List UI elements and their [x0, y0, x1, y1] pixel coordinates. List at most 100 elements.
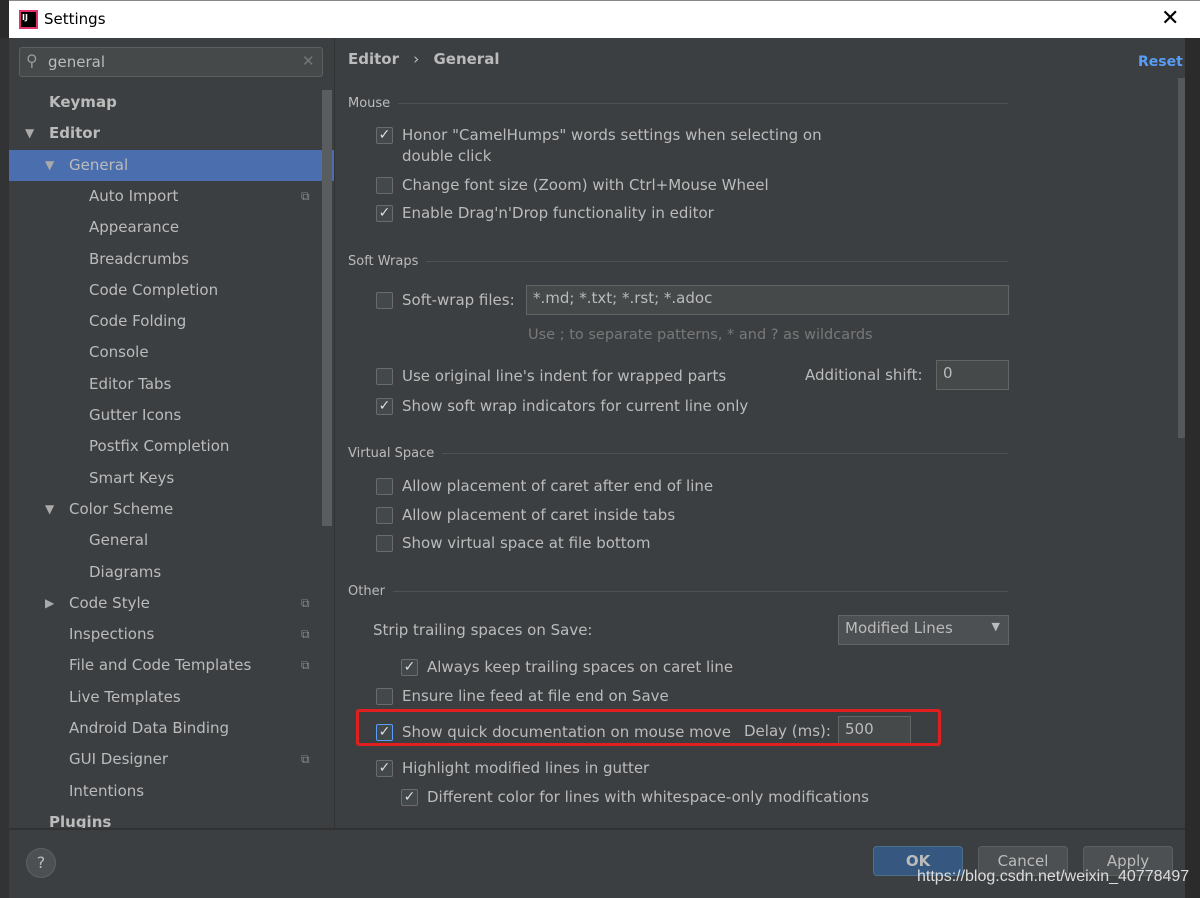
highlight-annotation-box	[356, 709, 941, 746]
checkbox-box[interactable]: ✓	[376, 205, 393, 222]
tree-item-label: Console	[89, 343, 149, 362]
help-button[interactable]: ?	[26, 848, 56, 878]
checkbox-box[interactable]: ✓	[401, 789, 418, 806]
caret-after-end-checkbox[interactable]: Allow placement of caret after end of li…	[376, 476, 713, 497]
expand-arrow-icon[interactable]: ▼	[45, 494, 54, 525]
tree-item[interactable]: Android Data Binding	[9, 713, 325, 744]
original-indent-checkbox[interactable]: Use original line's indent for wrapped p…	[376, 366, 726, 387]
search-input[interactable]: ⚲ general ✕	[19, 47, 323, 77]
soft-wrap-patterns-input[interactable]: *.md; *.txt; *.rst; *.adoc	[526, 285, 1009, 315]
tree-item[interactable]: Inspections ⧉	[9, 619, 325, 650]
tree-item-label: Editor	[49, 124, 100, 143]
title-bar: IJ Settings ✕	[9, 0, 1200, 38]
section-soft-wraps: Soft Wraps	[348, 254, 1008, 269]
tree-item[interactable]: Live Templates	[9, 682, 325, 713]
search-icon: ⚲	[26, 51, 38, 70]
project-settings-icon: ⧉	[301, 658, 310, 673]
checkbox-box[interactable]: ✓	[376, 127, 393, 144]
virtual-space-bottom-checkbox[interactable]: Show virtual space at file bottom	[376, 533, 650, 554]
tree-item-label: Smart Keys	[89, 468, 175, 487]
tree-item[interactable]: Gutter Icons	[9, 400, 325, 431]
tree-item[interactable]: Auto Import ⧉	[9, 181, 325, 212]
tree-item-label: Postfix Completion	[89, 437, 230, 456]
dialog-footer: ? OK Cancel Apply	[9, 828, 1185, 898]
checkbox-box[interactable]	[376, 177, 393, 194]
soft-wrap-hint: Use ; to separate patterns, * and ? as w…	[528, 327, 873, 343]
whitespace-color-checkbox[interactable]: ✓ Different color for lines with whitespa…	[401, 787, 869, 808]
strip-trailing-dropdown[interactable]: Modified Lines ▼	[838, 615, 1009, 645]
expand-arrow-icon[interactable]: ▼	[25, 118, 34, 149]
checkbox-box[interactable]	[376, 368, 393, 385]
clear-search-icon[interactable]: ✕	[302, 52, 315, 70]
section-mouse: Mouse	[348, 96, 1008, 111]
window-title: Settings	[44, 10, 106, 28]
tree-item[interactable]: Console	[9, 337, 325, 368]
tree-item-label: Android Data Binding	[69, 719, 230, 737]
tree-item[interactable]: Smart Keys	[9, 463, 325, 494]
tree-item-label: Code Completion	[89, 280, 219, 299]
tree-item[interactable]: Code Completion	[9, 275, 325, 306]
tree-item[interactable]: ▼ Color Scheme	[9, 494, 325, 525]
reset-link[interactable]: Reset	[1138, 54, 1183, 70]
tree-item-label: Auto Import	[89, 186, 179, 205]
tree-item[interactable]: GUI Designer ⧉	[9, 744, 325, 775]
tree-item-label: General	[69, 155, 129, 174]
checkbox-box[interactable]	[376, 478, 393, 495]
section-virtual-space: Virtual Space	[348, 446, 1008, 461]
zoom-font-checkbox[interactable]: Change font size (Zoom) with Ctrl+Mouse …	[376, 175, 769, 196]
tree-item[interactable]: Appearance	[9, 212, 325, 243]
highlight-modified-checkbox[interactable]: ✓ Highlight modified lines in gutter	[376, 758, 649, 779]
close-icon[interactable]: ✕	[1161, 6, 1179, 31]
intellij-logo-icon: IJ	[19, 10, 38, 29]
tree-item[interactable]: General	[9, 525, 325, 556]
tree-item-label: Appearance	[89, 218, 180, 237]
tree-item[interactable]: Breadcrumbs	[9, 244, 325, 275]
tree-item[interactable]: ▼ General	[9, 149, 334, 181]
checkbox-box[interactable]	[376, 535, 393, 552]
line-feed-checkbox[interactable]: Ensure line feed at file end on Save	[376, 686, 669, 707]
chevron-down-icon: ▼	[991, 620, 1000, 633]
tree-item[interactable]: File and Code Templates ⧉	[9, 650, 325, 681]
checkbox-box[interactable]	[376, 507, 393, 524]
collapse-arrow-icon[interactable]: ▶	[45, 588, 54, 619]
tree-item-label: Color Scheme	[69, 499, 174, 518]
keep-trailing-checkbox[interactable]: ✓ Always keep trailing spaces on caret li…	[401, 657, 733, 678]
tree-item-label: Breadcrumbs	[89, 249, 189, 268]
strip-trailing-value: Modified Lines	[845, 619, 953, 637]
tree-item[interactable]: Keymap	[9, 87, 325, 118]
project-settings-icon: ⧉	[301, 627, 310, 642]
section-other: Other	[348, 584, 1008, 599]
additional-shift-input[interactable]: 0	[936, 360, 1009, 390]
content-scrollbar[interactable]	[1178, 78, 1185, 438]
checkbox-box[interactable]	[376, 292, 393, 309]
sidebar-scrollbar[interactable]	[322, 90, 332, 526]
tree-item-label: Intentions	[69, 781, 145, 800]
checkbox-box[interactable]	[376, 688, 393, 705]
expand-arrow-icon[interactable]: ▼	[45, 150, 54, 181]
tree-item-label: Code Style	[69, 593, 150, 612]
tree-item[interactable]: Code Folding	[9, 306, 325, 337]
breadcrumb: Editor › General	[348, 50, 499, 68]
checkbox-box[interactable]: ✓	[376, 760, 393, 777]
tree-item[interactable]: Diagrams	[9, 557, 325, 588]
tree-item[interactable]: Intentions	[9, 776, 325, 807]
breadcrumb-parent[interactable]: Editor	[348, 50, 399, 68]
tree-item[interactable]: ▶ Code Style ⧉	[9, 588, 325, 619]
search-value[interactable]: general	[48, 53, 105, 71]
tree-item[interactable]: ▼ Editor	[9, 118, 325, 149]
project-settings-icon: ⧉	[301, 188, 310, 203]
checkbox-box[interactable]: ✓	[401, 659, 418, 676]
tree-item-label: Live Templates	[69, 687, 181, 706]
strip-trailing-label: Strip trailing spaces on Save:	[373, 621, 593, 639]
caret-inside-tabs-checkbox[interactable]: Allow placement of caret inside tabs	[376, 505, 675, 526]
soft-wrap-checkbox[interactable]: Soft-wrap files:	[376, 290, 515, 311]
settings-sidebar: ⚲ general ✕ Keymap ▼ Editor ▼ General Auto Im…	[9, 38, 335, 831]
checkbox-box[interactable]: ✓	[376, 398, 393, 415]
drag-drop-checkbox[interactable]: ✓ Enable Drag'n'Drop functionality in edi…	[376, 203, 714, 224]
project-settings-icon: ⧉	[301, 595, 310, 610]
background-editor-right	[1185, 38, 1200, 898]
soft-wrap-indicators-checkbox[interactable]: ✓ Show soft wrap indicators for current l…	[376, 396, 748, 417]
tree-item[interactable]: Editor Tabs	[9, 369, 325, 400]
tree-item[interactable]: Postfix Completion	[9, 431, 325, 462]
camel-humps-checkbox[interactable]: ✓ Honor "CamelHumps" words settings when …	[376, 125, 836, 167]
